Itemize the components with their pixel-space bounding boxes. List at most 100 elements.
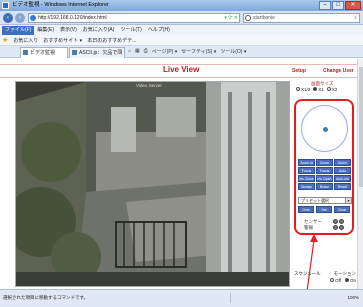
alarm-lamps	[333, 225, 344, 230]
camera-image	[16, 82, 289, 286]
status-value-label: On	[349, 278, 356, 283]
web-slice-link[interactable]: 本日のおすすめデテ...	[87, 37, 136, 44]
status-sections	[230, 293, 320, 303]
search-icon[interactable]: ⌕	[354, 14, 357, 22]
indicator-lamp-icon	[339, 225, 344, 230]
address-input[interactable]: http://192.168.0.120/index.html ▾ ⟳ ✕	[28, 13, 240, 23]
command-bar: ⌂ ▦ ⎙ ページ(P) ▾ セーフティ(S) ▾ ツール(O) ▾	[128, 48, 246, 55]
joystick-center-dot[interactable]	[323, 127, 328, 132]
search-placeholder: startbonie	[253, 15, 275, 21]
status-on-option[interactable]: On	[344, 278, 356, 283]
browser-status-bar: 選択された項目に移動するコマンドです。 100%	[0, 289, 363, 307]
close-tab-icon[interactable]: ×	[119, 48, 122, 58]
size-option-x2[interactable]: X2	[326, 87, 338, 92]
ptz-control-box: Zoom In Zoom Out Home Focus Near Focus F…	[294, 99, 354, 235]
status-text: 選択された項目に移動するコマンドです。	[3, 295, 89, 300]
brake-button[interactable]: Brake	[316, 183, 333, 190]
forward-button[interactable]: ›	[15, 13, 25, 23]
focus-far-button[interactable]: Focus Far	[316, 167, 333, 180]
tab-bar: ビデオ監視 ASCII.jp：欠品で同期が... × ⌂ ▦ ⎙ ページ(P) …	[0, 46, 363, 66]
menu-file[interactable]: ファイル(F)	[2, 25, 35, 35]
tab-ascii[interactable]: ASCII.jp：欠品で同期が... ×	[69, 47, 125, 66]
iris-open-button[interactable]: Iris Open	[316, 175, 333, 182]
preset-select[interactable]: プリセット選択 ▾	[298, 197, 352, 204]
favorites-bar: ★ お気に入り おすすめサイト ▾ 本日のおすすめデテ...	[0, 35, 363, 46]
tab-video-monitor[interactable]: ビデオ監視	[20, 47, 68, 58]
page-icon	[30, 15, 36, 21]
zoom-in-button[interactable]: Zoom In	[298, 159, 315, 166]
zoom-level[interactable]: 100%	[347, 295, 359, 300]
status-off-option[interactable]: Off	[330, 278, 341, 283]
always-on-button[interactable]: Always On	[298, 183, 315, 196]
tools-menu[interactable]: ツール(O) ▾	[220, 48, 246, 55]
menu-bar: ファイル(F) 編集(E) 表示(V) お気に入り(A) ツール(T) ヘルプ(…	[0, 25, 363, 35]
sensor-lamps	[333, 219, 344, 224]
radio-icon	[330, 278, 335, 282]
window-titlebar: ビデオ監視 - Windows Internet Explorer – □ ✕	[0, 0, 363, 11]
menu-favorites[interactable]: お気に入り(A)	[80, 26, 118, 35]
feeds-icon[interactable]: ▦	[135, 48, 140, 55]
auto-focus-button[interactable]: Auto Focus	[334, 167, 351, 180]
maximize-button[interactable]: □	[332, 1, 344, 10]
menu-view[interactable]: 表示(V)	[57, 26, 80, 35]
ie-app-icon	[2, 2, 9, 9]
size-label: X1	[318, 87, 324, 92]
preset-buttons: Goto Set Clear	[298, 206, 350, 213]
video-server-label: Video Server	[136, 83, 162, 88]
screen-size-options: X1/2 X1 X2	[296, 87, 337, 92]
address-toolbar: ‹ › http://192.168.0.120/index.html ▾ ⟳ …	[0, 11, 363, 25]
scrollbar-thumb[interactable]	[359, 67, 363, 187]
sensor-indicators	[333, 219, 344, 230]
radio-icon	[326, 87, 331, 91]
tab-label: ビデオ監視	[30, 50, 56, 56]
menu-help[interactable]: ヘルプ(H)	[145, 26, 173, 35]
radio-icon	[344, 278, 349, 282]
minimize-button[interactable]: –	[319, 1, 331, 10]
menu-edit[interactable]: 編集(E)	[34, 26, 57, 35]
focus-near-button[interactable]: Focus Near	[298, 167, 315, 180]
window-controls: – □ ✕	[319, 1, 361, 10]
size-option-half[interactable]: X1/2	[296, 87, 310, 92]
search-input[interactable]: startbonie ⌕	[243, 13, 360, 23]
auto-iris-button[interactable]: Auto Iris	[334, 175, 351, 182]
preset-set-button[interactable]: Set	[316, 206, 332, 213]
tab-favicon	[23, 50, 28, 55]
refresh-stop-icons[interactable]: ▾ ⟳ ✕	[224, 14, 238, 22]
page-title: Live View	[163, 65, 200, 74]
safety-menu[interactable]: セーフティ(S) ▾	[181, 48, 216, 55]
address-url: http://192.168.0.120/index.html	[38, 15, 107, 21]
favorites-button[interactable]: お気に入り	[13, 37, 38, 44]
window-title: ビデオ監視 - Windows Internet Explorer	[12, 2, 109, 8]
preset-goto-button[interactable]: Goto	[298, 206, 314, 213]
preset-clear-button[interactable]: Clear	[334, 206, 350, 213]
change-user-link[interactable]: Change User	[323, 68, 354, 74]
sensor-labels: センサー 警報	[304, 219, 322, 231]
alarm-label: 警報	[304, 225, 313, 230]
print-icon[interactable]: ⎙	[144, 48, 148, 55]
chevron-down-icon[interactable]: ▾	[345, 198, 351, 203]
setup-link[interactable]: Setup	[292, 68, 306, 74]
preset-select-value: プリセット選択	[301, 198, 329, 203]
zoom-out-button[interactable]: Zoom Out	[316, 159, 333, 172]
menu-tools[interactable]: ツール(T)	[117, 26, 144, 35]
motion-label: モーション	[333, 271, 356, 276]
close-window-button[interactable]: ✕	[345, 1, 361, 10]
page-menu[interactable]: ページ(P) ▾	[152, 48, 177, 55]
home-button[interactable]: Home	[334, 159, 351, 166]
indicator-lamp-icon	[339, 219, 344, 224]
indicator-lamp-icon	[333, 219, 338, 224]
suggested-sites-link[interactable]: おすすめサイト ▾	[43, 37, 82, 44]
status-value-label: Off	[335, 278, 341, 283]
reset-button[interactable]: Reset	[334, 183, 351, 190]
live-video-feed[interactable]: Video Server	[15, 81, 290, 287]
favorites-star-icon[interactable]: ★	[2, 36, 8, 44]
iris-close-button[interactable]: Iris Close	[298, 175, 315, 182]
size-label: X2	[331, 87, 338, 92]
indicator-lamp-icon	[333, 225, 338, 230]
size-option-x1[interactable]: X1	[313, 87, 324, 92]
home-icon[interactable]: ⌂	[128, 48, 131, 55]
back-button[interactable]: ‹	[3, 13, 13, 23]
ptz-joystick[interactable]	[301, 105, 348, 152]
page-scrollbar[interactable]	[357, 59, 363, 289]
radio-icon	[313, 87, 318, 91]
